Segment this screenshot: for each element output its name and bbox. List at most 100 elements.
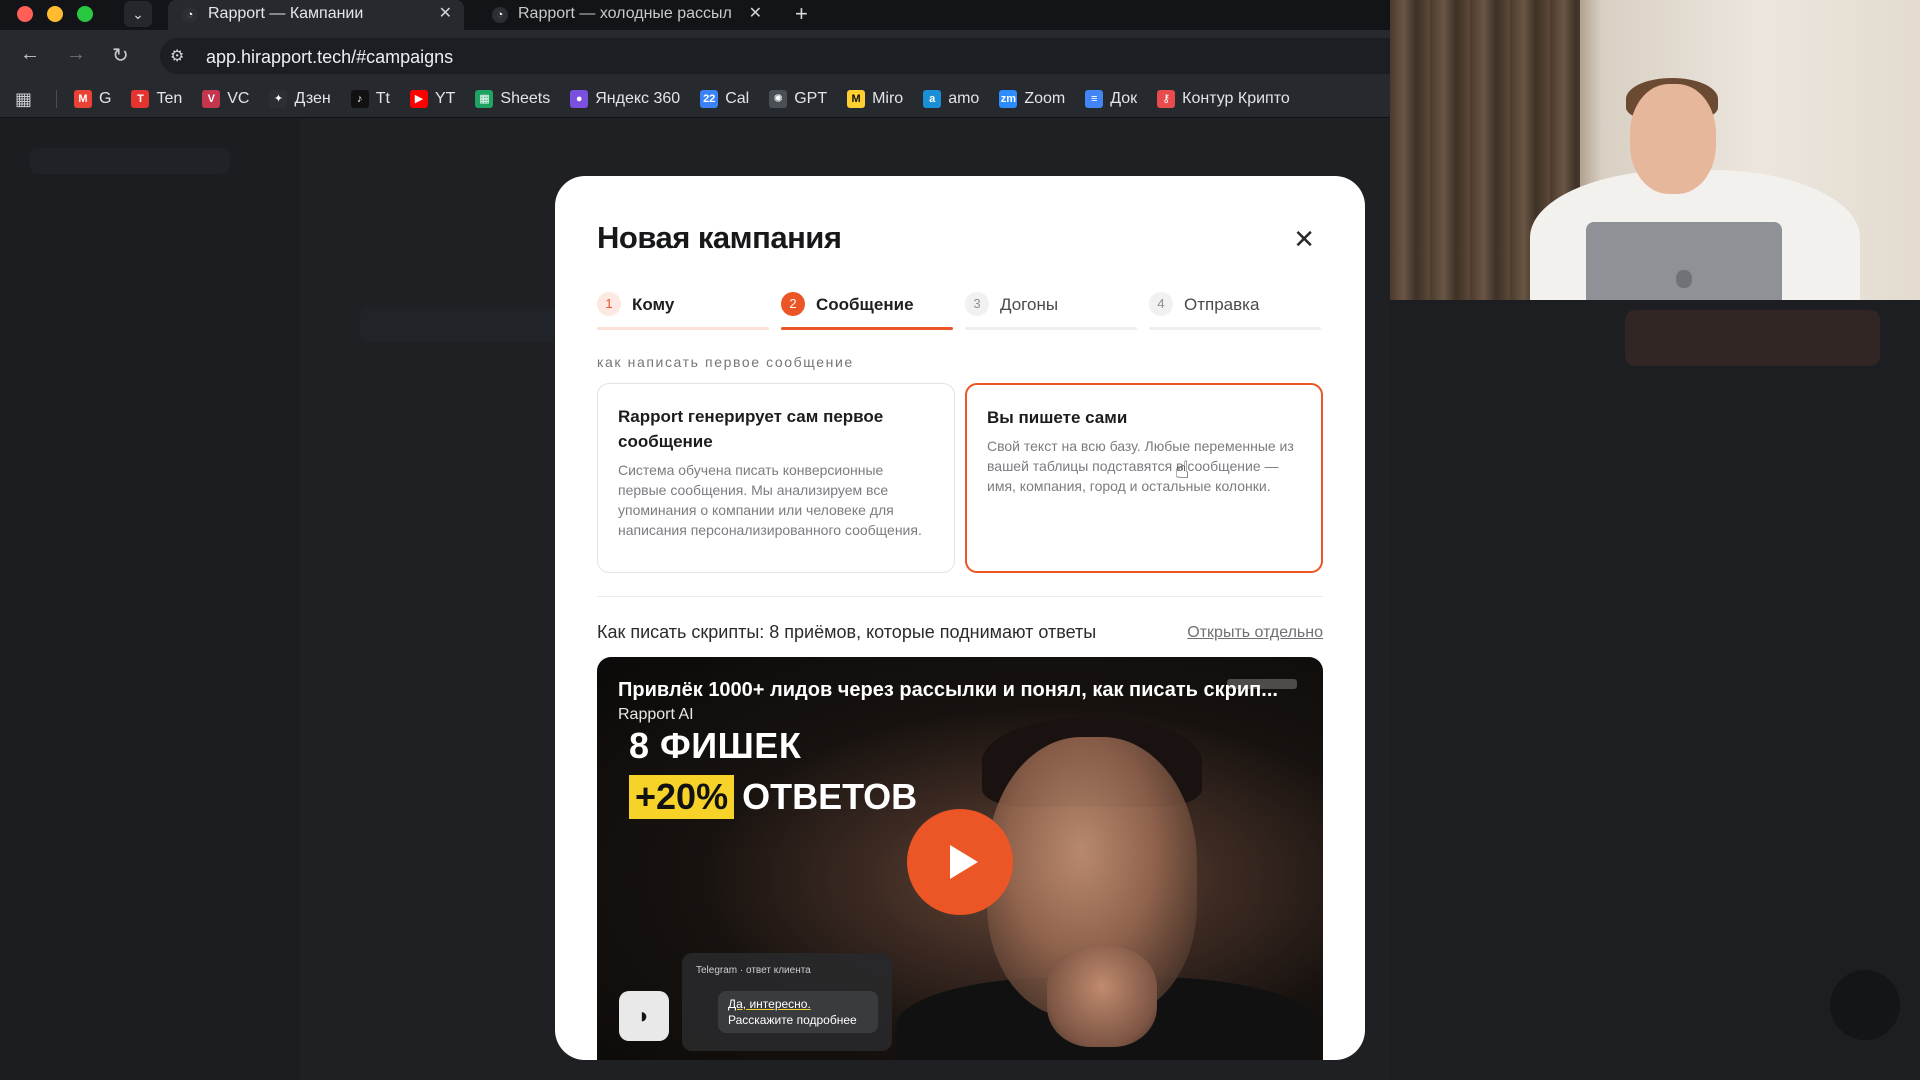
- minimize-window-button[interactable]: [47, 6, 63, 22]
- webcam-person-head: [1630, 84, 1716, 194]
- bookmarks-list: M G T Ten V VC ✦ Дзен ♪ Tt ▶ YT ▦ Sheets ● Яндекс 360 22…: [74, 80, 1310, 117]
- browser-window: ⌄ ◔ Rapport — Кампании ✕ ◔ Rapport — хол…: [0, 0, 1390, 1080]
- open-separately-link[interactable]: Открыть отдельно: [1187, 624, 1323, 642]
- bookmark-item[interactable]: a amo: [923, 90, 979, 108]
- step-number: 1: [597, 292, 621, 316]
- wizard-step-3[interactable]: 3 Догоны: [965, 290, 1137, 330]
- step-number: 4: [1149, 292, 1173, 316]
- yandex360-icon: ●: [570, 90, 589, 108]
- tab-cold-outreach[interactable]: ◔ Rapport — холодные рассыл ✕: [478, 0, 774, 30]
- step-label: Кому: [632, 295, 675, 314]
- telegram-line-1: Да, интересно.: [728, 997, 811, 1011]
- option-rapport-generates[interactable]: Rapport генерирует сам первое сообщение …: [597, 383, 955, 573]
- bookmark-item[interactable]: ≡ Док: [1085, 90, 1137, 108]
- bookmark-label: Cal: [725, 90, 750, 107]
- bookmark-label: Яндекс 360: [595, 90, 681, 107]
- bookmark-label: Tt: [375, 90, 390, 107]
- bookmark-item[interactable]: ✦ Дзен: [269, 90, 331, 108]
- bookmark-item[interactable]: ● Яндекс 360: [570, 90, 680, 108]
- close-window-button[interactable]: [17, 6, 33, 22]
- calendar-icon: 22: [700, 90, 719, 108]
- close-icon[interactable]: ✕: [1293, 226, 1315, 252]
- thumbnail-headline: 8 ФИШЕК: [629, 725, 802, 766]
- bookmarks-bar: ▦ M G T Ten V VC ✦ Дзен ♪ Tt ▶ YT ▦ Sheets ● Яндекс 360…: [0, 80, 1390, 118]
- thumbnail-badge: +20%: [629, 775, 735, 819]
- option-title: Вы пишете сами: [987, 408, 1128, 427]
- url-text: app.hirapport.tech/#campaigns: [206, 47, 454, 67]
- step-progress-bar: [781, 327, 953, 330]
- step-progress-bar: [965, 327, 1137, 330]
- apps-grid-icon[interactable]: ▦: [15, 89, 32, 110]
- section-label: как написать первое сообщение: [597, 354, 854, 370]
- tiktok-icon: ♪: [350, 90, 369, 108]
- tab-title: Rapport — Кампании: [208, 5, 364, 22]
- step-progress-bar: [1149, 327, 1321, 330]
- step-progress-bar: [597, 327, 769, 330]
- bookmark-item[interactable]: ✺ GPT: [769, 90, 827, 108]
- bookmark-label: Док: [1110, 90, 1138, 107]
- bookmark-item[interactable]: ⚷ Контур Крипто: [1157, 90, 1290, 108]
- video-title[interactable]: Привлёк 1000+ лидов через рассылки и пон…: [618, 679, 1308, 702]
- step-number: 2: [781, 292, 805, 316]
- address-bar[interactable]: ⚙ app.hirapport.tech/#campaigns: [160, 38, 1390, 74]
- apple-logo-icon: [1676, 270, 1692, 288]
- forward-arrow-icon[interactable]: →: [66, 43, 86, 66]
- thumbnail-word: ОТВЕТОВ: [742, 776, 918, 817]
- wizard-steps: 1 Кому 2 Сообщение 3 Догоны 4 Отправка: [597, 290, 1323, 330]
- telegram-line-2: Расскажите подробнее: [728, 1013, 857, 1027]
- page-background-right: [1390, 300, 1920, 1080]
- bookmark-item[interactable]: ♪ Tt: [350, 90, 390, 108]
- tab-search-chevron-icon[interactable]: ⌄: [124, 1, 152, 27]
- wizard-step-1[interactable]: 1 Кому: [597, 290, 769, 330]
- miro-icon: M: [847, 90, 866, 108]
- bookmark-item[interactable]: MG: [74, 90, 111, 108]
- option-title: Rapport генерирует сам первое сообщение: [618, 407, 884, 451]
- new-campaign-modal: Новая кампания ✕ 1 Кому 2 Сообщение 3 Догоны 4…: [555, 176, 1365, 1060]
- bookmark-item[interactable]: zm Zoom: [999, 90, 1065, 108]
- bookmark-item[interactable]: M Miro: [847, 90, 903, 108]
- amo-icon: a: [923, 90, 942, 108]
- play-button[interactable]: [907, 809, 1013, 915]
- dzen-icon: ✦: [269, 90, 288, 108]
- bookmark-label: Дзен: [294, 90, 331, 107]
- reload-icon[interactable]: ↻: [112, 43, 129, 68]
- wizard-step-4[interactable]: 4 Отправка: [1149, 290, 1321, 330]
- bookmark-label: Контур Крипто: [1182, 90, 1290, 107]
- site-settings-icon[interactable]: ⚙: [170, 46, 184, 66]
- bookmark-label: GPT: [794, 90, 828, 107]
- bookmark-item[interactable]: ▶ YT: [409, 90, 455, 108]
- telegram-reply-card: Telegram · ответ клиента Да, интересно. …: [682, 953, 892, 1051]
- maximize-window-button[interactable]: [77, 6, 93, 22]
- chat-widget-icon: [1830, 970, 1900, 1040]
- telegram-header: Telegram · ответ клиента: [696, 965, 811, 976]
- bookmark-item[interactable]: V VC: [202, 90, 249, 108]
- step-number: 3: [965, 292, 989, 316]
- rapport-favicon-icon: ◔: [182, 7, 198, 23]
- option-you-write[interactable]: Вы пишете сами Свой текст на всю базу. Л…: [965, 383, 1323, 573]
- bookmark-label: G: [99, 90, 112, 107]
- tab-title: Rapport — холодные рассыл: [518, 5, 732, 22]
- tab-campaigns[interactable]: ◔ Rapport — Кампании ✕: [168, 0, 464, 30]
- option-description: Свой текст на всю базу. Любые переменные…: [987, 438, 1294, 494]
- option-description: Система обучена писать конверсионные пер…: [618, 462, 922, 538]
- close-tab-icon[interactable]: ✕: [439, 0, 452, 28]
- wizard-step-2[interactable]: 2 Сообщение: [781, 290, 953, 330]
- bookmark-item[interactable]: T Ten: [131, 90, 182, 108]
- bookmark-label: amo: [948, 90, 980, 107]
- bookmark-item[interactable]: 22 Cal: [700, 90, 749, 108]
- new-tab-button[interactable]: +: [795, 0, 808, 28]
- step-label: Сообщение: [816, 295, 914, 314]
- video-channel[interactable]: Rapport AI: [618, 706, 694, 724]
- zoom-icon: zm: [999, 90, 1018, 108]
- bookmark-label: VC: [227, 90, 250, 107]
- back-arrow-icon[interactable]: ←: [20, 43, 40, 66]
- video-player[interactable]: Привлёк 1000+ лидов через рассылки и пон…: [597, 657, 1323, 1060]
- bookmark-label: Miro: [872, 90, 904, 107]
- close-tab-icon[interactable]: ✕: [749, 0, 762, 28]
- rapport-logo-icon: ◗: [619, 991, 669, 1041]
- modal-title: Новая кампания: [597, 220, 842, 255]
- browser-toolbar: ← → ↻ ⚙ app.hirapport.tech/#campaigns: [0, 30, 1390, 80]
- youtube-icon: ▶: [409, 90, 428, 108]
- webcam-overlay: [1390, 0, 1920, 300]
- bookmark-item[interactable]: ▦ Sheets: [475, 90, 550, 108]
